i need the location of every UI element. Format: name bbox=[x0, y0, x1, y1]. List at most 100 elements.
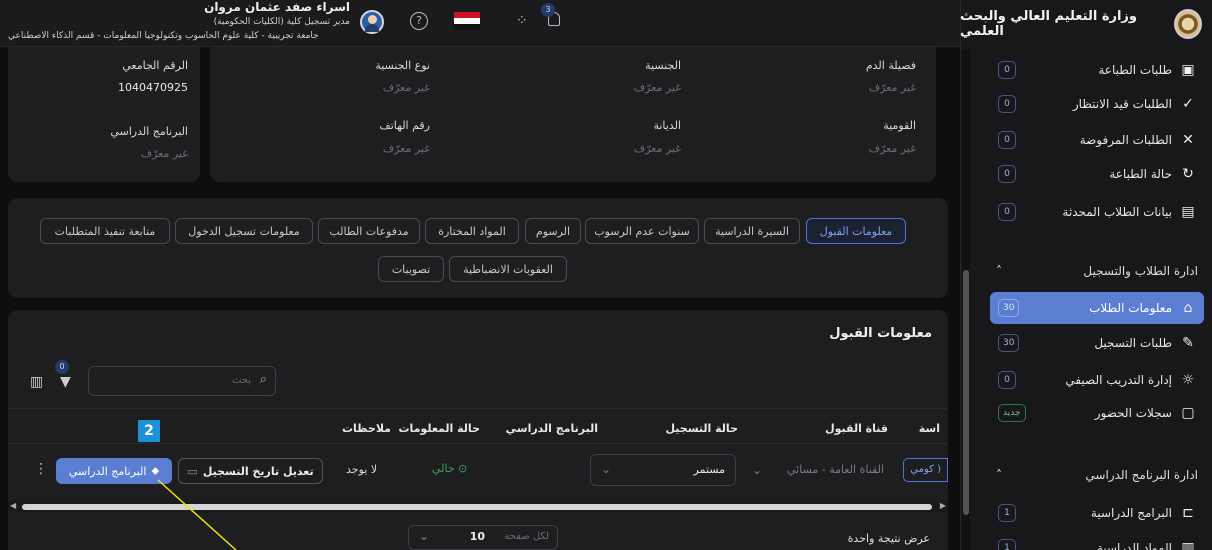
sidebar-item-print-status[interactable]: 0 حالة الطباعة ↻ bbox=[990, 158, 1204, 190]
tab-corrections[interactable]: تصويبات bbox=[378, 256, 444, 282]
col-registration-status: حالة التسجيل bbox=[665, 422, 738, 435]
sidebar-item-print-requests[interactable]: 0 طلبات الطباعة ▣ bbox=[990, 54, 1204, 86]
tab-fees[interactable]: الرسوم bbox=[525, 218, 581, 244]
sidebar-item-pending[interactable]: 0 الطلبات قيد الانتظار ✓ bbox=[990, 88, 1204, 120]
col-notes: ملاحظات bbox=[342, 422, 391, 435]
field-label: رقم الهاتف bbox=[379, 119, 430, 132]
sidebar-item-label: طلبات الطباعة bbox=[1098, 63, 1172, 77]
sidebar-item-label: البرامج الدراسية bbox=[1090, 506, 1172, 520]
tab-requirements[interactable]: متابعة تنفيذ المتطلبات bbox=[40, 218, 170, 244]
notes-value: لا يوجد bbox=[346, 463, 378, 476]
filter-icon[interactable]: ▼ bbox=[60, 374, 71, 390]
programs-icon: ⊏ bbox=[1182, 505, 1194, 521]
tab-admission[interactable]: معلومات القبول bbox=[806, 218, 906, 244]
section-label: ادارة الطلاب والتسجيل bbox=[1083, 264, 1198, 278]
sidebar-item-summer-training[interactable]: 0 إدارة التدريب الصيفي ☼ bbox=[990, 364, 1204, 396]
horizontal-scrollbar[interactable]: ◀ ▶ bbox=[8, 501, 948, 513]
file-icon: ▤ bbox=[1181, 204, 1195, 220]
book-icon: ▥ bbox=[1181, 540, 1195, 550]
sidebar-item-updated-data[interactable]: 0 بيانات الطلاب المحدثة ▤ bbox=[990, 196, 1204, 228]
col-info-status: حالة المعلومات bbox=[398, 422, 480, 435]
edit-icon: ✎ bbox=[1182, 335, 1194, 351]
edit-registration-date-button[interactable]: ▭ تعديل تاريخ التسجيل bbox=[178, 458, 323, 484]
scrollbar-thumb[interactable] bbox=[963, 270, 969, 515]
sidebar-item-programs[interactable]: 1 البرامج الدراسية ⊏ bbox=[990, 497, 1204, 529]
tab-login-info[interactable]: معلومات تسجيل الدخول bbox=[175, 218, 313, 244]
admission-card: معلومات القبول بحث ⌕ ▼ 0 ▥ اسة قناة القب… bbox=[8, 310, 948, 550]
tab-student-payments[interactable]: مدفوعات الطالب bbox=[318, 218, 420, 244]
field-value: غير معرّف bbox=[868, 81, 916, 94]
field-value: غير معرّف bbox=[633, 81, 681, 94]
ministry-logo-icon bbox=[1174, 8, 1202, 39]
calendar-icon: ▭ bbox=[187, 464, 198, 478]
sidebar-item-label: المواد الدراسية bbox=[1096, 541, 1172, 550]
study-program-button[interactable]: البرنامج الدراسي ⬥ bbox=[56, 458, 172, 484]
app-title: وزارة التعليم العالي والبحث العلمي bbox=[960, 8, 1137, 39]
tab-discipline[interactable]: العقوبات الانضباطية bbox=[449, 256, 567, 282]
apps-icon[interactable]: ⁘ bbox=[516, 13, 528, 29]
scroll-left-icon[interactable]: ◀ bbox=[10, 501, 16, 510]
tab-no-fail-years[interactable]: سنوات عدم الرسوب bbox=[585, 218, 699, 244]
help-icon[interactable]: ? bbox=[410, 12, 428, 30]
app-brand: وزارة التعليم العالي والبحث العلمي bbox=[960, 0, 1212, 47]
scrollbar-thumb[interactable] bbox=[22, 504, 932, 510]
field-label: الجنسية bbox=[645, 59, 681, 72]
field-label: الرقم الجامعي bbox=[122, 59, 188, 72]
results-count: عرض نتيجة واحدة bbox=[847, 532, 930, 545]
sidebar-item-label: سجلات الحضور bbox=[1094, 406, 1172, 420]
field-value: غير معرّف bbox=[633, 142, 681, 155]
sidebar-scrollbar[interactable] bbox=[962, 50, 970, 550]
count-badge: 0 bbox=[998, 131, 1016, 149]
refresh-icon: ↻ bbox=[1182, 166, 1194, 182]
more-icon[interactable]: ⋮ bbox=[34, 461, 48, 477]
status-value: مستمر bbox=[693, 463, 725, 476]
per-page-select[interactable]: لكل صفحة 10 ⌄ bbox=[408, 525, 558, 550]
tab-selected-courses[interactable]: المواد المختارة bbox=[425, 218, 519, 244]
search-placeholder: بحث bbox=[231, 375, 251, 386]
filter-count-badge: 0 bbox=[55, 360, 69, 374]
search-input[interactable]: بحث ⌕ bbox=[88, 366, 276, 396]
count-badge: 30 bbox=[998, 334, 1020, 352]
section-students[interactable]: ˄ ادارة الطلاب والتسجيل bbox=[990, 255, 1204, 287]
status-select[interactable]: مستمر ⌄ bbox=[590, 454, 736, 486]
user-role: مدير تسجيل كلية (الكليات الحكومية) bbox=[213, 17, 350, 27]
per-page-label: لكل صفحة bbox=[504, 531, 549, 542]
info-status-text: حالي bbox=[432, 462, 455, 475]
new-badge: جديد bbox=[998, 404, 1026, 422]
chevron-up-icon: ˄ bbox=[996, 264, 1002, 278]
user-org: جامعة تجريبية - كلية علوم الحاسوب وتكنول… bbox=[8, 31, 319, 41]
field-label: القومية bbox=[883, 119, 916, 132]
sidebar-item-attendance[interactable]: جديد سجلات الحضور ▢ bbox=[990, 397, 1204, 429]
chevron-down-icon: ⌄ bbox=[751, 463, 762, 477]
uni-number-value: 1040470925 bbox=[118, 81, 188, 94]
scroll-right-icon[interactable]: ▶ bbox=[940, 501, 946, 510]
notification-badge: 3 bbox=[541, 3, 555, 17]
count-badge: 1 bbox=[998, 504, 1016, 522]
field-value: غير معرّف bbox=[140, 147, 188, 160]
count-badge: 0 bbox=[998, 95, 1016, 113]
section-programs[interactable]: ˄ ادارة البرنامج الدراسي bbox=[990, 459, 1204, 491]
uni-info-card: الرقم الجامعي 1040470925 البرنامج الدراس… bbox=[8, 47, 200, 182]
sidebar-item-registration-requests[interactable]: 30 طلبات التسجيل ✎ bbox=[990, 327, 1204, 359]
count-badge: 0 bbox=[998, 203, 1016, 221]
personal-info-card: فصيلة الدم غير معرّف الجنسية غير معرّف ن… bbox=[210, 47, 936, 182]
count-badge: 0 bbox=[998, 371, 1016, 389]
graduation-cap-icon: ⬥ bbox=[151, 464, 160, 477]
columns-icon[interactable]: ▥ bbox=[30, 374, 43, 390]
avatar[interactable] bbox=[360, 10, 384, 34]
study-badge: كومي ) bbox=[903, 458, 948, 482]
check-icon: ✓ bbox=[1182, 96, 1194, 112]
flag-icon[interactable] bbox=[454, 12, 480, 30]
tab-study-history[interactable]: السيرة الدراسية bbox=[704, 218, 800, 244]
field-label: فصيلة الدم bbox=[865, 59, 916, 72]
sidebar-item-label: بيانات الطلاب المحدثة bbox=[1062, 205, 1172, 219]
section-label: ادارة البرنامج الدراسي bbox=[1085, 468, 1198, 482]
tabs-card bbox=[8, 198, 948, 298]
sidebar-item-student-info[interactable]: 30 معلومات الطلاب ⌂ bbox=[990, 292, 1204, 324]
field-value: غير معرّف bbox=[868, 142, 916, 155]
sidebar-item-rejected[interactable]: 0 الطلبات المرفوضة ✕ bbox=[990, 124, 1204, 156]
col-channel: قناة القبول bbox=[825, 422, 888, 435]
sidebar-item-courses[interactable]: 1 المواد الدراسية ▥ bbox=[990, 532, 1204, 550]
step-marker: 2 bbox=[138, 420, 160, 442]
graduate-icon: ⌂ bbox=[1183, 300, 1193, 316]
